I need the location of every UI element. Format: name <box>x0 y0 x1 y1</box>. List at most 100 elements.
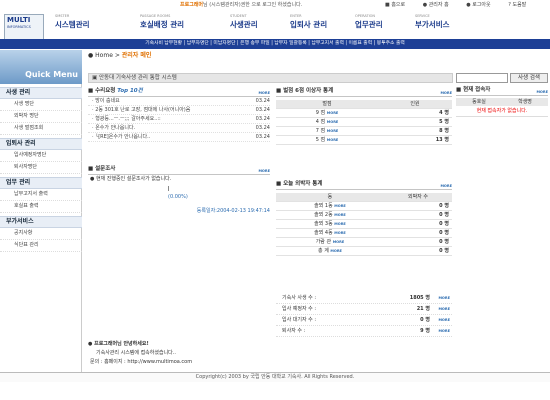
request-item[interactable]: · 2동 301호 난로 고장, 점대에 나사(어니아)음 03.24 <box>88 106 270 115</box>
section-service[interactable]: 부가서비스 <box>0 216 82 228</box>
repair-requests-panel: ■ 수리요청 Top 10건 MORE · 방이 춥네요 03.24 · 2동 3… <box>88 87 270 142</box>
row-more[interactable]: MORE <box>334 213 346 217</box>
summary-value: 1805 명 <box>409 295 430 301</box>
panel-bullet-icon: ■ <box>276 181 282 187</box>
footer: Copyright(c) 2003 by 국립 안동 대학교 기숙사. All … <box>0 372 550 382</box>
search-button[interactable]: 사생 검색 <box>510 73 548 83</box>
request-date: 03.24 <box>255 98 270 104</box>
menu-meal-plan[interactable]: 식단표 관리 <box>0 240 82 252</box>
sub-nav[interactable]: 기숙사비 납부현황 | 납부자명단 | 미납자명단 | 은행 송부 파일 | 납… <box>0 39 550 49</box>
home-link[interactable]: ■ 홈으로 <box>385 2 413 8</box>
nav-rooms[interactable]: PASSAGE ROOMS 호실배정 관리 <box>140 14 210 40</box>
penalty-count: 5 명 <box>378 117 452 127</box>
notice-title: ● 프로그래머님 안녕하세요! <box>88 341 149 347</box>
request-item[interactable]: · 온수가 안나옵니다. 03.24 <box>88 124 270 133</box>
row-more[interactable]: MORE <box>327 111 339 115</box>
row-more[interactable]: MORE <box>334 231 346 235</box>
system-title-bar: ▣ 안동대 기숙사생 관리 통합 시스템 <box>88 73 453 83</box>
table-row[interactable]: 가람 관 MORE 0 명 <box>276 237 452 247</box>
top-bar: 프로그래머님 (시스템관리자)권한 으로 로그인 하셨습니다. ■ 홈으로 ● … <box>0 0 550 10</box>
logo-text: MULTI <box>7 16 31 24</box>
summary-more[interactable]: MORE <box>438 304 450 314</box>
section-operation[interactable]: 업무 관리 <box>0 177 82 189</box>
search-input[interactable] <box>456 73 508 83</box>
penalty-points: 4 점 MORE <box>276 117 379 127</box>
online-col-room: 동호실 <box>472 99 486 105</box>
survey-question: ● 현재 진행중인 설문조사가 없습니다. <box>90 176 172 182</box>
request-item[interactable]: · 형광등...ㅡ.ㅡ;;; 갈아주세요..:: 03.24 <box>88 115 270 124</box>
row-more[interactable]: MORE <box>333 240 345 244</box>
system-title: 안동대 기숙사생 관리 통합 시스템 <box>98 75 177 81</box>
nav-enter[interactable]: ENTER 입퇴사 관리 <box>290 14 360 40</box>
penalty-points: 9 점 MORE <box>276 108 379 118</box>
notice-contact: 문의 : 홈페이지 : http://www.multimoa.com <box>90 359 193 365</box>
logout-link[interactable]: ● 로그아웃 <box>466 2 498 8</box>
outings-header: ■ 오늘 외박자 통계 MORE <box>276 180 452 190</box>
summary-panel: 기숙사 사생 수 :1805 명 MORE 입사 예정자 수 :21 명 MORE … <box>276 293 452 337</box>
row-more[interactable]: MORE <box>327 138 339 142</box>
table-row[interactable]: 4 점 MORE 5 명 <box>276 117 452 127</box>
request-item[interactable]: · └[RE]온수가 안나옵니다.. 03.24 <box>88 133 270 142</box>
breadcrumb-current: 관리자 메인 <box>121 52 152 59</box>
table-row[interactable]: 5 점 MORE 13 명 <box>276 135 452 145</box>
admin-home-link[interactable]: ● 관리자 홈 <box>423 2 457 8</box>
table-row[interactable]: 솔뫼 3동 MORE 0 명 <box>276 219 452 229</box>
outings-building-label: 솔뫼 4동 <box>314 230 333 236</box>
nav-system[interactable]: SMSTER 시스템관리 <box>55 14 125 40</box>
summary-more[interactable]: MORE <box>438 315 450 325</box>
outings-building: 가람 관 MORE <box>276 237 384 247</box>
summary-more[interactable]: MORE <box>438 293 450 303</box>
help-link[interactable]: ? 도움말 <box>508 2 534 8</box>
outings-table: 동 외박자 수 솔뫼 1동 MORE 0 명 솔뫼 2동 MORE 0 명 솔뫼 3동… <box>276 193 452 256</box>
request-item[interactable]: · 방이 춥네요 03.24 <box>88 97 270 106</box>
outings-count: 0 명 <box>383 246 452 256</box>
penalty-table: 벌점 인원 9 점 MORE 4 명 4 점 MORE 5 명 7 점 MORE 8 명… <box>276 100 452 145</box>
table-row[interactable]: 9 점 MORE 4 명 <box>276 108 452 118</box>
menu-room-print[interactable]: 호실표 출력 <box>0 201 82 213</box>
row-more[interactable]: MORE <box>327 129 339 133</box>
table-row[interactable]: 솔뫼 2동 MORE 0 명 <box>276 210 452 220</box>
request-text: └[RE]온수가 안나옵니다.. <box>95 134 151 140</box>
logo[interactable]: MULTI INFORMATICS <box>4 14 44 40</box>
table-row[interactable]: 솔뫼 1동 MORE 0 명 <box>276 201 452 211</box>
row-more[interactable]: MORE <box>327 120 339 124</box>
menu-notices[interactable]: 공지사항 <box>0 228 82 240</box>
penalty-points-label: 4 점 <box>315 119 326 125</box>
panel-bullet-icon: ■ <box>88 88 94 94</box>
welcome-text: 님 (시스템관리자)권한 으로 로그인 하셨습니다. <box>203 2 303 8</box>
row-more[interactable]: MORE <box>330 249 342 253</box>
penalty-more[interactable]: MORE <box>440 89 452 98</box>
online-users-more[interactable]: MORE <box>536 88 548 97</box>
nav-service[interactable]: SERVICE 부가서비스 <box>415 14 485 40</box>
menu-student-list[interactable]: 사생 명단 <box>0 99 82 111</box>
menu-expected-list[interactable]: 입사예정자명단 <box>0 150 82 162</box>
online-users-columns: 동호실 학생명 <box>456 98 548 106</box>
online-users-title: 현재 접속자 <box>463 87 491 93</box>
menu-leaver-list[interactable]: 퇴사자명단 <box>0 162 82 174</box>
menu-bill-print[interactable]: 납부고지서 출력 <box>0 189 82 201</box>
table-row[interactable]: 7 점 MORE 8 명 <box>276 126 452 136</box>
row-more[interactable]: MORE <box>334 222 346 226</box>
table-row[interactable]: 솔뫼 4동 MORE 0 명 <box>276 228 452 238</box>
repair-requests-header: ■ 수리요청 Top 10건 MORE <box>88 87 270 97</box>
outings-more[interactable]: MORE <box>440 182 452 191</box>
table-row[interactable]: 총 계 MORE 0 명 <box>276 246 452 256</box>
survey-more[interactable]: MORE <box>258 167 270 176</box>
summary-more[interactable]: MORE <box>438 326 450 336</box>
summary-label: 퇴사자 수 : <box>282 328 306 334</box>
menu-outing-list[interactable]: 외박자 명단 <box>0 111 82 123</box>
notice-box: ● 프로그래머님 안녕하세요! 기숙사관리 시스템에 접속하셨습니다.. 문의 … <box>88 340 453 370</box>
section-enter[interactable]: 입퇴사 관리 <box>0 138 82 150</box>
penalty-title: 벌점 6점 이상자 통계 <box>283 88 334 94</box>
table-header-row: 벌점 인원 <box>276 100 452 109</box>
breadcrumb-home[interactable]: Home <box>95 52 113 59</box>
breadcrumb-separator: > <box>114 52 120 59</box>
summary-row: 기숙사 사생 수 : 1805 명 MORE <box>276 293 452 304</box>
section-students[interactable]: 사생 관리 <box>0 87 82 99</box>
penalty-points-label: 7 점 <box>315 128 326 134</box>
request-date: 03.24 <box>255 107 270 113</box>
row-more[interactable]: MORE <box>334 204 346 208</box>
outings-building-label: 가람 관 <box>315 239 332 245</box>
sidebar: Quick Menu 사생 관리 사생 명단 외박자 명단 사생 벌점조회 입퇴… <box>0 50 82 372</box>
menu-penalty-search[interactable]: 사생 벌점조회 <box>0 123 82 135</box>
